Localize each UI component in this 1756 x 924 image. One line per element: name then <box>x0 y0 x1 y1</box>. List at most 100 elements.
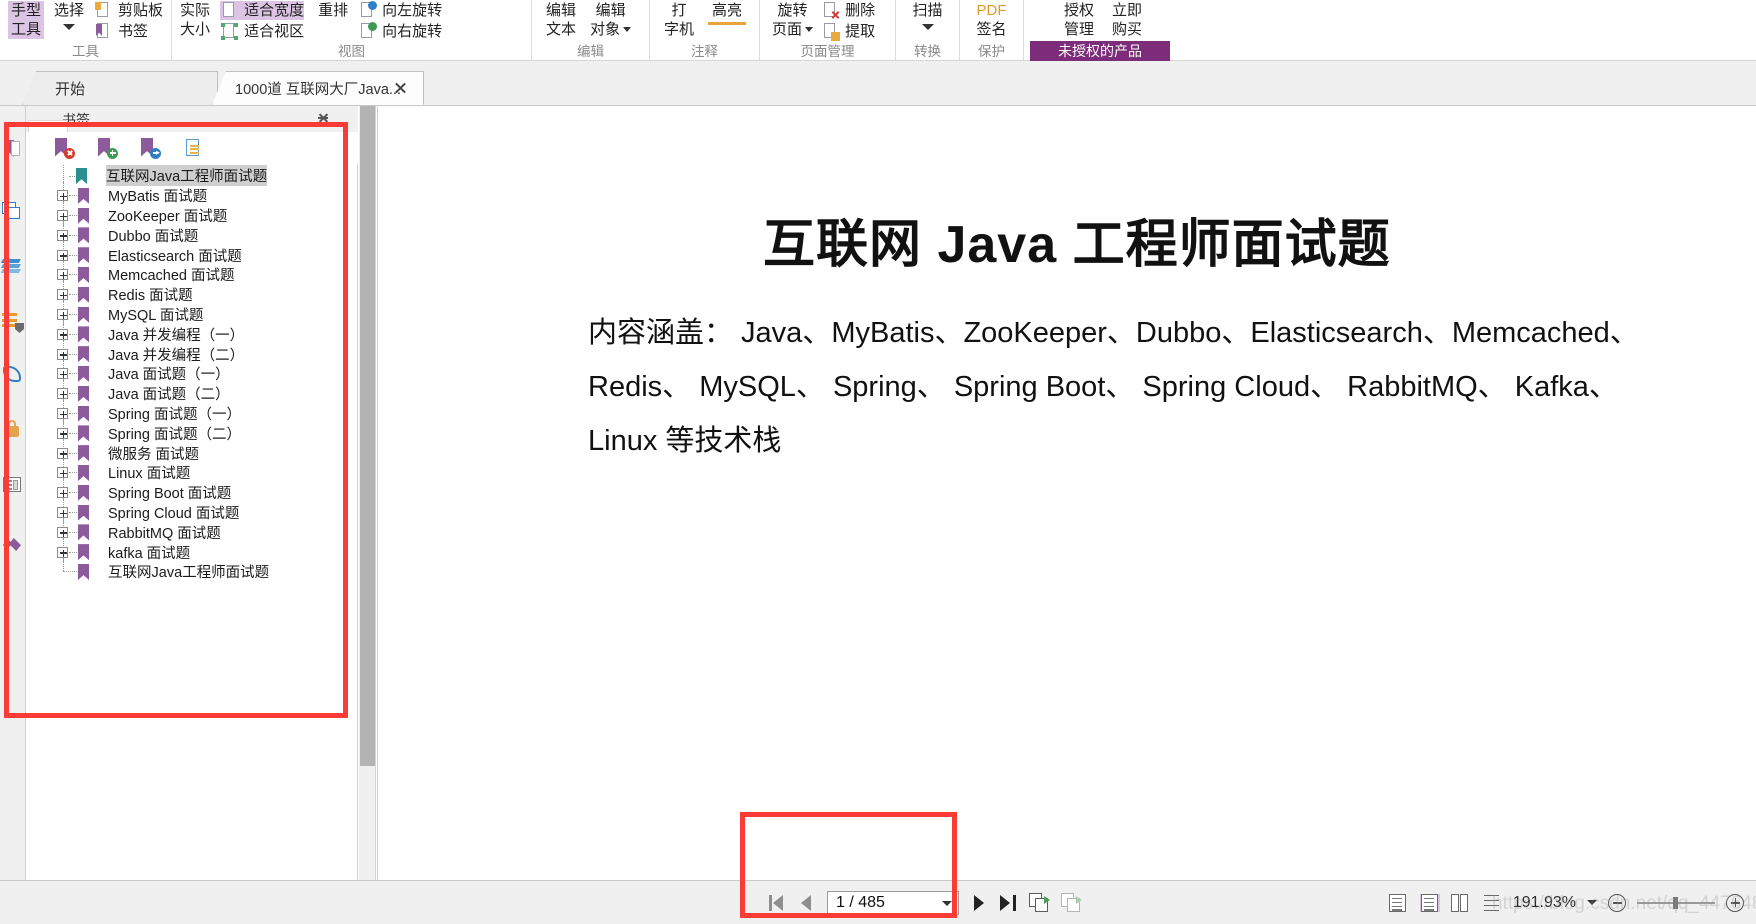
expand-icon[interactable] <box>57 289 68 301</box>
expand-icon[interactable] <box>57 190 68 202</box>
two-page-view-icon[interactable] <box>1450 893 1471 912</box>
expand-icon[interactable] <box>57 526 68 538</box>
bookmark-item[interactable]: Linux 面试题 <box>26 458 358 483</box>
pdf-signature-button[interactable]: PDF 签名 <box>968 1 1015 39</box>
bookmark-item[interactable]: Redis 面试题 <box>26 280 358 305</box>
close-icon[interactable] <box>394 81 407 94</box>
bookmark-item[interactable]: MyBatis 面试题 <box>26 181 358 206</box>
bookmark-add-icon[interactable] <box>97 137 118 159</box>
expand-icon[interactable] <box>57 328 68 340</box>
rotate-page-button[interactable]: 旋转 页面 <box>772 1 814 39</box>
bookmark-item[interactable]: Spring Boot 面试题 <box>26 478 358 503</box>
continuous-scroll-view-icon[interactable] <box>1419 893 1440 912</box>
zoom-out-button[interactable] <box>1608 893 1626 912</box>
select-tool-button[interactable]: 选择 <box>54 1 84 30</box>
bookmark-item[interactable]: Elasticsearch 面试题 <box>26 241 358 266</box>
bookmark-list-icon[interactable] <box>183 138 204 159</box>
clipboard-button[interactable]: 剪贴板 <box>94 1 163 20</box>
bookmark-item[interactable]: ZooKeeper 面试题 <box>26 201 358 226</box>
bookmark-item[interactable]: Spring 面试题（二） <box>26 419 358 444</box>
expand-icon[interactable] <box>57 546 68 558</box>
extract-page-button[interactable]: 提取 <box>821 22 875 41</box>
fit-viewport-button[interactable]: 适合视区 <box>220 22 304 41</box>
bookmark-tree[interactable]: 互联网Java工程师面试题 MyBatis 面试题 ZooKeeper 面试题 Dub… <box>26 164 358 880</box>
expand-icon[interactable] <box>57 408 68 420</box>
expand-icon[interactable] <box>57 388 68 400</box>
bookmark-item[interactable]: 互联网Java工程师面试题 <box>26 557 358 582</box>
license-manage-button[interactable]: 授权 管理 <box>1064 1 1094 39</box>
bookmark-goto-icon[interactable] <box>140 137 161 159</box>
sidebar-item-forms[interactable] <box>2 474 24 496</box>
zoom-in-button[interactable] <box>1726 893 1744 912</box>
expand-icon[interactable] <box>57 249 68 261</box>
zoom-slider-knob[interactable] <box>1673 896 1678 909</box>
scan-button[interactable]: 扫描 <box>904 1 951 30</box>
expand-icon[interactable] <box>57 487 68 499</box>
rotate-right-button[interactable]: 向右旋转 <box>358 22 442 41</box>
two-page-continuous-view-icon[interactable] <box>1482 894 1502 912</box>
expand-icon[interactable] <box>57 507 68 519</box>
insert-page-button[interactable] <box>1029 892 1051 913</box>
expand-icon[interactable] <box>57 348 68 360</box>
tab-start[interactable]: 开始 <box>22 71 218 105</box>
chevron-down-icon[interactable] <box>63 24 76 30</box>
chevron-down-icon[interactable] <box>921 24 934 30</box>
sidebar-item-thumbnails[interactable] <box>1 256 24 278</box>
tab-document[interactable]: 1000道 互联网大厂Java... <box>212 71 424 105</box>
close-icon[interactable] <box>338 112 350 124</box>
hand-tool-button[interactable]: 手型 工具 <box>8 1 45 39</box>
expand-icon[interactable] <box>57 368 68 380</box>
bookmark-item[interactable]: Java 面试题（一） <box>26 359 358 384</box>
expand-icon[interactable] <box>57 447 68 459</box>
expand-icon[interactable] <box>57 229 68 241</box>
chevron-down-icon[interactable] <box>942 900 952 906</box>
last-page-button[interactable] <box>999 893 1019 913</box>
bookmark-item[interactable]: Dubbo 面试题 <box>26 221 358 246</box>
delete-page-button[interactable]: 删除 <box>821 1 875 20</box>
chevron-down-icon[interactable] <box>1587 900 1597 905</box>
bookmark-item[interactable]: RabbitMQ 面试题 <box>26 518 358 543</box>
rotate-left-button[interactable]: 向左旋转 <box>358 1 442 20</box>
bookmark-item[interactable]: 互联网Java工程师面试题 <box>26 164 358 187</box>
expand-icon[interactable] <box>57 427 68 439</box>
typewriter-button[interactable]: 打 字机 <box>664 1 694 39</box>
next-page-button[interactable] <box>969 893 989 913</box>
chevron-down-icon[interactable] <box>805 27 814 32</box>
single-page-view-icon[interactable] <box>1388 893 1409 912</box>
sidebar-item-security[interactable] <box>2 418 24 440</box>
bookmark-item[interactable]: MySQL 面试题 <box>26 300 358 325</box>
bookmark-item[interactable]: Spring 面试题（一） <box>26 399 358 424</box>
zoom-slider[interactable] <box>1637 896 1715 909</box>
bookmark-item[interactable]: kafka 面试题 <box>26 538 358 563</box>
actual-size-button[interactable]: 实际 大小 <box>180 1 210 39</box>
bookmark-button[interactable]: 书签 <box>94 22 163 41</box>
export-page-button[interactable] <box>1061 892 1083 913</box>
highlight-button[interactable]: 高亮 <box>708 1 747 25</box>
expand-icon[interactable] <box>57 467 68 479</box>
expand-icon[interactable] <box>57 210 68 222</box>
bookmark-item[interactable]: Java 并发编程（一） <box>26 320 358 345</box>
fit-page-width-button[interactable]: 适合宽度 <box>220 1 305 20</box>
bookmark-delete-icon[interactable] <box>54 137 75 159</box>
expand-icon[interactable] <box>57 269 68 281</box>
sidebar-item-attachments[interactable] <box>2 311 24 333</box>
edit-object-button[interactable]: 编辑 对象 <box>590 1 632 39</box>
sidebar-item-tools[interactable] <box>2 532 24 554</box>
rearrange-button[interactable]: 重排 <box>318 1 348 20</box>
first-page-button[interactable] <box>767 893 787 913</box>
buy-now-button[interactable]: 立即 购买 <box>1112 1 1142 39</box>
sidebar-item-signatures[interactable] <box>2 364 24 386</box>
bookmark-item[interactable]: Java 并发编程（二） <box>26 340 358 365</box>
bookmark-item[interactable]: Spring Cloud 面试题 <box>26 498 358 523</box>
edit-text-button[interactable]: 编辑 文本 <box>546 1 576 39</box>
scrollbar-thumb[interactable] <box>360 106 375 766</box>
sidebar-item-bookmarks[interactable] <box>5 140 20 159</box>
prev-page-button[interactable] <box>797 893 817 913</box>
vertical-scrollbar[interactable] <box>359 106 376 880</box>
bookmark-item[interactable]: Memcached 面试题 <box>26 260 358 285</box>
page-number-input[interactable]: 1 / 485 <box>827 890 959 915</box>
bookmark-item[interactable]: Java 面试题（二） <box>26 379 358 404</box>
bookmark-item[interactable]: 微服务 面试题 <box>26 439 358 464</box>
expand-icon[interactable] <box>57 309 68 321</box>
sidebar-item-layers[interactable] <box>2 202 24 224</box>
